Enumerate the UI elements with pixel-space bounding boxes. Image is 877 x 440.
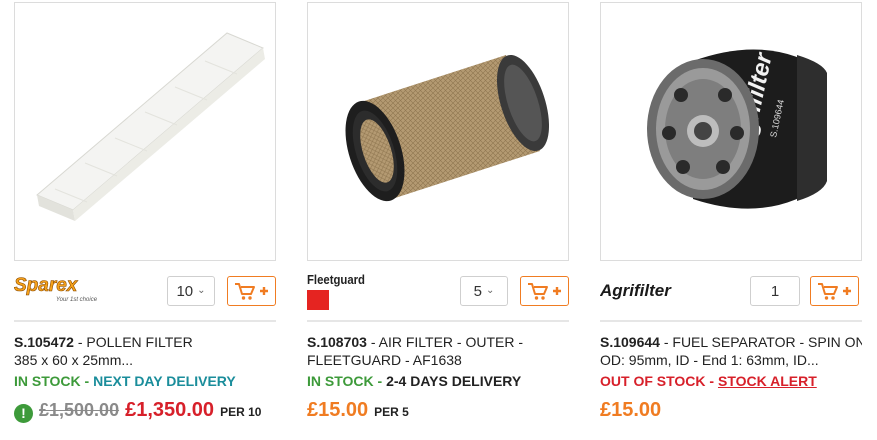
brand-tagline: Your 1st choice bbox=[56, 297, 98, 303]
product-card: Sparex Your 1st choice 10 ⌄ S.105472 - P… bbox=[14, 0, 276, 440]
price-unit: PER 5 bbox=[374, 405, 409, 419]
price: £15.00 bbox=[307, 399, 369, 421]
old-price: £1,500.00 bbox=[39, 400, 120, 420]
stock-status: IN STOCK - NEXT DAY DELIVERY bbox=[14, 373, 236, 389]
product-sku: S.109644 bbox=[600, 334, 660, 350]
product-sku: S.108703 bbox=[307, 334, 367, 350]
stock-label: IN STOCK bbox=[14, 373, 81, 389]
price-row: £15.00 bbox=[600, 399, 661, 422]
add-to-cart-button[interactable] bbox=[810, 276, 859, 306]
product-desc-line1: - AIR FILTER - OUTER - bbox=[366, 334, 524, 350]
stock-separator: - bbox=[80, 373, 94, 389]
add-to-cart-button[interactable] bbox=[227, 276, 276, 306]
brand-mark bbox=[307, 290, 329, 310]
product-card: Agrifilter S.109644 Agrifilter 1 bbox=[599, 0, 862, 440]
chevron-down-icon: ⌄ bbox=[197, 284, 206, 296]
quantity-value: 10 bbox=[176, 282, 194, 300]
sale-price: £1,350.00 bbox=[125, 399, 215, 421]
price: £15.00 bbox=[600, 399, 662, 421]
stock-label: OUT OF STOCK bbox=[600, 373, 706, 389]
product-desc-line2: 385 x 60 x 25mm... bbox=[14, 352, 134, 368]
brand-name: Fleetguard bbox=[307, 272, 365, 287]
stock-status: IN STOCK - 2-4 DAYS DELIVERY bbox=[307, 373, 521, 389]
cart-plus-icon bbox=[817, 283, 851, 300]
product-desc-line1: - FUEL SEPARATOR - SPIN ON bbox=[659, 334, 862, 350]
product-title[interactable]: S.109644 - FUEL SEPARATOR - SPIN ON OD: … bbox=[600, 333, 862, 369]
price-row: ! £1,500.00 £1,350.00 PER 10 bbox=[14, 399, 262, 423]
air-filter-image bbox=[345, 54, 550, 202]
pollen-filter-image bbox=[36, 32, 265, 221]
divider bbox=[600, 320, 862, 322]
quantity-input[interactable]: 1 bbox=[750, 276, 800, 306]
stock-separator: - bbox=[373, 373, 387, 389]
brand-logo-agrifilter: Agrifilter bbox=[599, 272, 700, 308]
stock-label: IN STOCK bbox=[307, 373, 374, 389]
fuel-separator-image: Agrifilter S.109644 bbox=[647, 49, 827, 209]
delivery-label: NEXT DAY DELIVERY bbox=[93, 373, 236, 389]
cart-plus-icon bbox=[527, 283, 561, 300]
product-image[interactable] bbox=[307, 2, 569, 261]
cart-plus-icon bbox=[234, 283, 268, 300]
stock-status: OUT OF STOCK - STOCK ALERT bbox=[600, 373, 817, 389]
brand-name: Sparex bbox=[14, 275, 79, 296]
stock-alert-link[interactable]: STOCK ALERT bbox=[718, 373, 817, 389]
add-to-cart-button[interactable] bbox=[520, 276, 569, 306]
delivery-label: 2-4 DAYS DELIVERY bbox=[386, 373, 522, 389]
brand-logo-fleetguard: Fleetguard bbox=[307, 272, 377, 310]
product-desc-line2: OD: 95mm, ID - End 1: 63mm, ID... bbox=[600, 352, 819, 368]
quantity-select[interactable]: 5 ⌄ bbox=[460, 276, 508, 306]
stock-separator: - bbox=[705, 373, 718, 389]
price-row: £15.00 PER 5 bbox=[307, 399, 409, 422]
chevron-down-icon: ⌄ bbox=[485, 284, 495, 296]
product-desc-line2: FLEETGUARD - AF1638 bbox=[307, 352, 462, 368]
divider bbox=[14, 320, 276, 322]
quantity-value: 5 bbox=[473, 282, 482, 300]
quantity-value: 1 bbox=[770, 282, 780, 300]
product-sku: S.105472 bbox=[14, 334, 74, 350]
product-title[interactable]: S.105472 - POLLEN FILTER 385 x 60 x 25mm… bbox=[14, 333, 276, 369]
product-image[interactable] bbox=[14, 2, 276, 261]
product-image[interactable]: Agrifilter S.109644 bbox=[600, 2, 862, 261]
price-unit: PER 10 bbox=[220, 405, 262, 419]
product-card: Fleetguard 5 ⌄ S.108703 - AIR FILTER - O… bbox=[307, 0, 569, 440]
exclamation-circle-icon[interactable]: ! bbox=[14, 403, 33, 423]
brand-name: Agrifilter bbox=[600, 281, 672, 300]
quantity-select[interactable]: 10 ⌄ bbox=[167, 276, 215, 306]
product-title[interactable]: S.108703 - AIR FILTER - OUTER - FLEETGUA… bbox=[307, 333, 569, 369]
divider bbox=[307, 320, 569, 322]
brand-logo-sparex: Sparex Your 1st choice bbox=[14, 272, 114, 308]
product-desc-line1: - POLLEN FILTER bbox=[73, 334, 193, 350]
